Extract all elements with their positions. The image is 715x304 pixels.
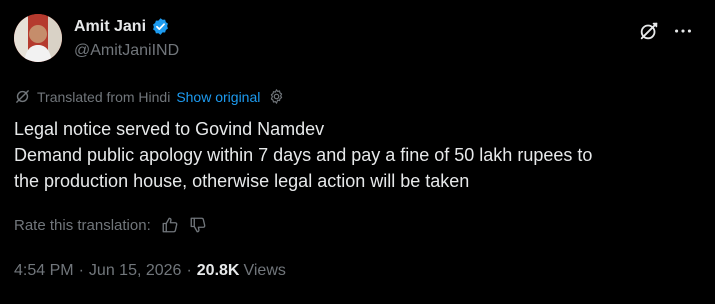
verified-badge-icon [151, 17, 170, 36]
post-text-line: the production house, otherwise legal ac… [14, 171, 470, 191]
post-time[interactable]: 4:54 PM [14, 262, 74, 280]
translated-from-label: Translated from Hindi [37, 88, 171, 105]
post-text-line: Demand public apology within 7 days and … [14, 145, 593, 165]
meta-separator: · [186, 262, 192, 279]
post-meta: 4:54 PM · Jun 15, 2026 · 20.8K Views [14, 262, 286, 280]
meta-separator: · [78, 262, 84, 279]
post-text-line: Legal notice served to Govind Namdev [14, 119, 325, 139]
more-icon[interactable] [672, 20, 694, 42]
rate-translation-row: Rate this translation: [14, 216, 207, 234]
grok-icon[interactable] [638, 20, 660, 42]
avatar[interactable] [14, 14, 62, 62]
author-handle[interactable]: @AmitJaniIND [74, 42, 179, 60]
rate-translation-label: Rate this translation: [14, 216, 151, 234]
show-original-link[interactable]: Show original [176, 89, 260, 105]
post-date[interactable]: Jun 15, 2026 [89, 262, 182, 280]
translation-bar: Translated from Hindi Show original [14, 88, 285, 105]
author-name-row: Amit Jani [74, 17, 170, 36]
translate-icon [14, 88, 31, 105]
settings-icon[interactable] [268, 88, 285, 105]
views-label: Views [243, 262, 286, 279]
thumbs-up-icon[interactable] [161, 216, 179, 234]
views-count[interactable]: 20.8K [197, 262, 240, 280]
post-card: Amit Jani @AmitJaniIND Translated from H… [0, 0, 715, 304]
thumbs-down-icon[interactable] [189, 216, 207, 234]
author-display-name[interactable]: Amit Jani [74, 18, 146, 36]
post-text: Legal notice served to Govind Namdev Dem… [14, 116, 704, 194]
